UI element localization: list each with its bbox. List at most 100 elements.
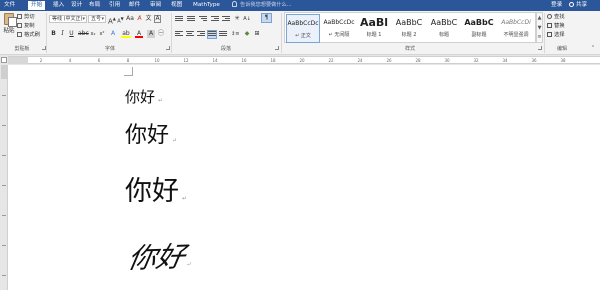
tab-references[interactable]: 引用	[106, 1, 123, 10]
strikethrough-icon[interactable]: abc	[78, 30, 89, 38]
borders-icon[interactable]: ⊞	[253, 30, 261, 38]
ruler-left-margin	[8, 57, 28, 64]
character-border-icon[interactable]: A	[154, 15, 161, 23]
style-subtitle[interactable]: AaBbC 副标题	[462, 14, 496, 43]
share-button[interactable]: 共享	[569, 1, 587, 10]
page-corner-mark	[124, 67, 133, 76]
align-left-icon[interactable]	[175, 31, 183, 38]
find-button[interactable]: 查找	[547, 13, 565, 22]
collapse-ribbon-icon[interactable]: ⌃	[590, 44, 596, 52]
group-label-styles: 样式	[404, 46, 415, 52]
vertical-ruler[interactable]	[0, 65, 8, 290]
tab-view[interactable]: 视图	[168, 1, 185, 10]
multilevel-list-icon[interactable]	[199, 16, 207, 23]
style-title[interactable]: AaBbC 标题	[427, 14, 461, 43]
clear-formatting-icon[interactable]: A̸	[136, 15, 143, 23]
chinese-layout-icon[interactable]: ✳	[233, 15, 241, 23]
select-button[interactable]: 选择	[547, 31, 565, 40]
font-launcher-icon[interactable]	[166, 46, 170, 50]
cut-button[interactable]: 剪切	[17, 13, 35, 21]
style-heading-2[interactable]: AaBbC 标题 2	[392, 14, 426, 43]
format-painter-button[interactable]: 格式刷	[17, 31, 40, 39]
replace-button[interactable]: 替换	[547, 22, 565, 31]
tab-design[interactable]: 设计	[68, 1, 85, 10]
document-line-3[interactable]: 你好 ↵	[125, 169, 187, 208]
line-spacing-icon[interactable]: ↕≡	[231, 30, 239, 38]
style-name: 标题 2	[401, 32, 417, 38]
font-name-combo[interactable]: 等线 (中文正)	[49, 15, 87, 23]
show-formatting-marks-icon[interactable]: ¶	[261, 13, 272, 23]
tab-home[interactable]: 开始	[28, 1, 46, 10]
paragraph-mark-icon: ↵	[182, 195, 188, 202]
font-size-combo[interactable]: 五号	[88, 15, 106, 23]
paste-label: 粘贴	[3, 28, 15, 34]
change-case-icon[interactable]: Aa	[126, 15, 134, 23]
tab-file[interactable]: 文件	[1, 1, 18, 10]
style-subtle-emphasis[interactable]: AaBbCcDi 不明显强调	[497, 14, 535, 43]
ruler-tick-label: 26	[386, 58, 392, 63]
ruler-tick-label: 32	[473, 58, 479, 63]
group-separator	[171, 13, 172, 53]
style-normal[interactable]: AaBbCcDc ↵ 正文	[286, 14, 320, 43]
copy-button[interactable]: 复制	[17, 22, 35, 30]
cut-label: 剪切	[24, 14, 35, 20]
grow-font-icon[interactable]: A▲	[108, 15, 116, 25]
chevron-up-icon[interactable]: ▲	[537, 13, 542, 23]
decrease-indent-icon[interactable]	[211, 16, 219, 23]
style-no-spacing[interactable]: AaBbCcDc ↵ 无间隔	[322, 14, 356, 43]
login-link[interactable]: 登录	[551, 1, 562, 10]
ruler-tick-label: 6	[97, 58, 101, 63]
subscript-icon[interactable]: x₂	[90, 30, 96, 38]
phonetic-guide-icon[interactable]: 文	[145, 15, 152, 23]
underline-button[interactable]: U	[68, 30, 75, 38]
copy-label: 复制	[24, 23, 35, 29]
shading-icon[interactable]: ◆	[243, 30, 251, 38]
styles-scroll[interactable]: ▲ ▼ ≡	[536, 12, 543, 43]
style-sample: AaBl	[359, 16, 389, 29]
italic-button[interactable]: I	[59, 30, 66, 38]
group-label-paragraph: 段落	[220, 46, 231, 52]
align-center-icon[interactable]	[186, 31, 194, 38]
document-line-1[interactable]: 你好 ↵	[125, 86, 163, 107]
highlight-color-icon[interactable]: ab	[121, 30, 131, 38]
style-sample: AaBbCcDc	[323, 19, 355, 26]
sort-icon[interactable]: A↓	[243, 15, 251, 23]
bullets-icon[interactable]	[175, 16, 183, 23]
document-line-2[interactable]: 你好 ↵	[125, 117, 177, 149]
character-shading-icon[interactable]: A	[147, 30, 155, 38]
ruler-tick-label: 34	[502, 58, 508, 63]
more-styles-icon[interactable]: ≡	[537, 33, 542, 41]
document-line-4[interactable]: 你好↵	[125, 235, 197, 277]
tab-selector-icon[interactable]	[1, 57, 7, 63]
tab-review[interactable]: 审阅	[147, 1, 164, 10]
horizontal-ruler[interactable]: 2 4 6 8 10 12 14 16 18 20 22 24 26 28 30 32 34 36 38	[8, 56, 600, 64]
shrink-font-icon[interactable]: A▼	[117, 15, 124, 25]
chevron-down-icon[interactable]: ▼	[537, 23, 542, 33]
tab-mailings[interactable]: 邮件	[126, 1, 143, 10]
style-heading-1[interactable]: AaBl 标题 1	[357, 14, 391, 43]
paragraph-launcher-icon[interactable]	[275, 46, 279, 50]
bold-button[interactable]: B	[50, 30, 57, 38]
document-page[interactable]: 你好 ↵ 你好 ↵ 你好 ↵ 你好↵	[9, 65, 600, 290]
enclose-characters-icon[interactable]: ㊀	[157, 30, 165, 38]
paste-button[interactable]: 粘贴	[2, 13, 17, 41]
text-effects-icon[interactable]: A	[109, 30, 117, 38]
tab-layout[interactable]: 布局	[86, 1, 103, 10]
horizontal-ruler-area: 2 4 6 8 10 12 14 16 18 20 22 24 26 28 30 32 34 36 38	[0, 55, 600, 65]
distributed-icon[interactable]	[219, 31, 227, 38]
numbering-icon[interactable]	[187, 16, 195, 23]
font-color-button[interactable]: A	[135, 30, 143, 38]
select-arrow-icon	[547, 32, 552, 37]
styles-launcher-icon[interactable]	[538, 46, 542, 50]
styles-gallery: AaBbCcDc ↵ 正文 AaBbCcDc ↵ 无间隔 AaBl 标题 1 AaBb…	[284, 12, 536, 43]
style-name: 标题	[438, 32, 449, 38]
tab-insert[interactable]: 插入	[50, 1, 67, 10]
tab-mathtype[interactable]: MathType	[190, 1, 223, 10]
align-right-icon[interactable]	[197, 31, 205, 38]
lightbulb-icon	[232, 1, 237, 7]
increase-indent-icon[interactable]	[222, 16, 230, 23]
justify-icon[interactable]	[207, 30, 217, 39]
ruler-tick-label: 20	[299, 58, 305, 63]
tell-me-box[interactable]: 告诉我您想要做什么...	[232, 1, 292, 10]
superscript-icon[interactable]: x²	[99, 30, 105, 38]
